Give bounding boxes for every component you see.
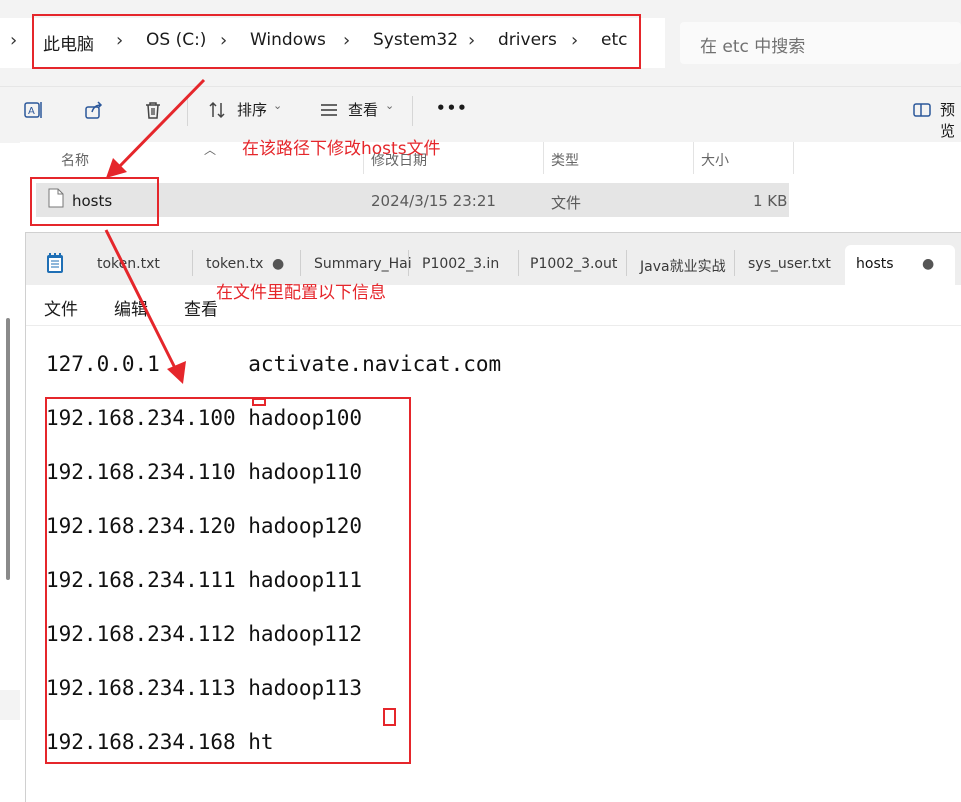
tab-divider bbox=[408, 250, 409, 276]
hosts-line: 127.0.0.1 activate.navicat.com bbox=[46, 352, 502, 376]
file-size: 1 KB bbox=[753, 192, 788, 210]
tab-token-tx[interactable]: token.tx bbox=[206, 256, 263, 272]
tab-divider bbox=[734, 250, 735, 276]
file-modified: 2024/3/15 23:21 bbox=[371, 192, 496, 210]
column-divider[interactable] bbox=[543, 142, 544, 174]
sort-button[interactable]: 排序 bbox=[237, 99, 267, 120]
notepad-app-icon bbox=[46, 252, 64, 274]
breadcrumb-chevron-icon[interactable]: › bbox=[10, 30, 17, 51]
tab-divider bbox=[192, 250, 193, 276]
rename-icon[interactable]: A bbox=[20, 96, 48, 124]
tab-summary[interactable]: Summary_Hai bbox=[314, 256, 412, 272]
tab-sys-user[interactable]: sys_user.txt bbox=[748, 256, 831, 272]
marker-box bbox=[383, 708, 396, 726]
unsaved-dot-icon[interactable]: ● bbox=[922, 256, 934, 272]
view-button[interactable]: 查看 bbox=[348, 99, 378, 120]
config-annotation: 在文件里配置以下信息 bbox=[216, 283, 386, 303]
tab-p1002-in[interactable]: P1002_3.in bbox=[422, 256, 499, 272]
sort-icon[interactable] bbox=[203, 96, 231, 124]
column-divider[interactable] bbox=[793, 142, 794, 174]
unsaved-dot-icon: ● bbox=[272, 256, 285, 272]
more-options-button[interactable]: ••• bbox=[436, 99, 468, 117]
menu-view[interactable]: 查看 bbox=[184, 295, 218, 320]
notepad-menu-bar bbox=[26, 285, 961, 326]
tab-hosts[interactable]: hosts bbox=[856, 256, 894, 272]
toolbar-divider bbox=[412, 96, 413, 126]
view-icon[interactable] bbox=[315, 96, 343, 124]
tab-divider bbox=[300, 250, 301, 276]
scrollbar[interactable] bbox=[6, 318, 10, 580]
preview-pane-icon[interactable] bbox=[908, 96, 936, 124]
toolbar-divider bbox=[187, 96, 188, 126]
path-highlight-box bbox=[32, 14, 641, 69]
preview-button[interactable]: 预览 bbox=[940, 99, 961, 141]
tab-java[interactable]: Java就业实战 bbox=[640, 256, 726, 276]
column-header-size[interactable]: 大小 bbox=[701, 150, 729, 170]
tab-p1002-out[interactable]: P1002_3.out bbox=[530, 256, 617, 272]
share-icon[interactable] bbox=[80, 96, 108, 124]
config-highlight-box bbox=[45, 397, 411, 764]
tab-token-txt[interactable]: token.txt bbox=[97, 256, 160, 272]
file-type: 文件 bbox=[551, 194, 582, 212]
menu-file[interactable]: 文件 bbox=[44, 295, 78, 320]
chevron-down-icon[interactable]: ⌄ bbox=[273, 99, 282, 112]
path-annotation: 在该路径下修改hosts文件 bbox=[242, 139, 441, 159]
tab-divider bbox=[518, 250, 519, 276]
chevron-down-icon[interactable]: ⌄ bbox=[385, 99, 394, 112]
tab-divider bbox=[626, 250, 627, 276]
svg-text:A: A bbox=[28, 106, 35, 117]
marker-box bbox=[252, 398, 266, 406]
window-edge bbox=[0, 690, 20, 720]
menu-edit[interactable]: 编辑 bbox=[114, 295, 148, 320]
search-placeholder: 在 etc 中搜索 bbox=[700, 37, 806, 57]
column-header-type[interactable]: 类型 bbox=[551, 150, 579, 170]
sort-up-chevron-icon: ︿ bbox=[204, 143, 217, 157]
column-header-name[interactable]: 名称 bbox=[61, 150, 89, 170]
file-highlight-box bbox=[30, 177, 159, 226]
delete-icon[interactable] bbox=[139, 96, 167, 124]
column-divider[interactable] bbox=[693, 142, 694, 174]
